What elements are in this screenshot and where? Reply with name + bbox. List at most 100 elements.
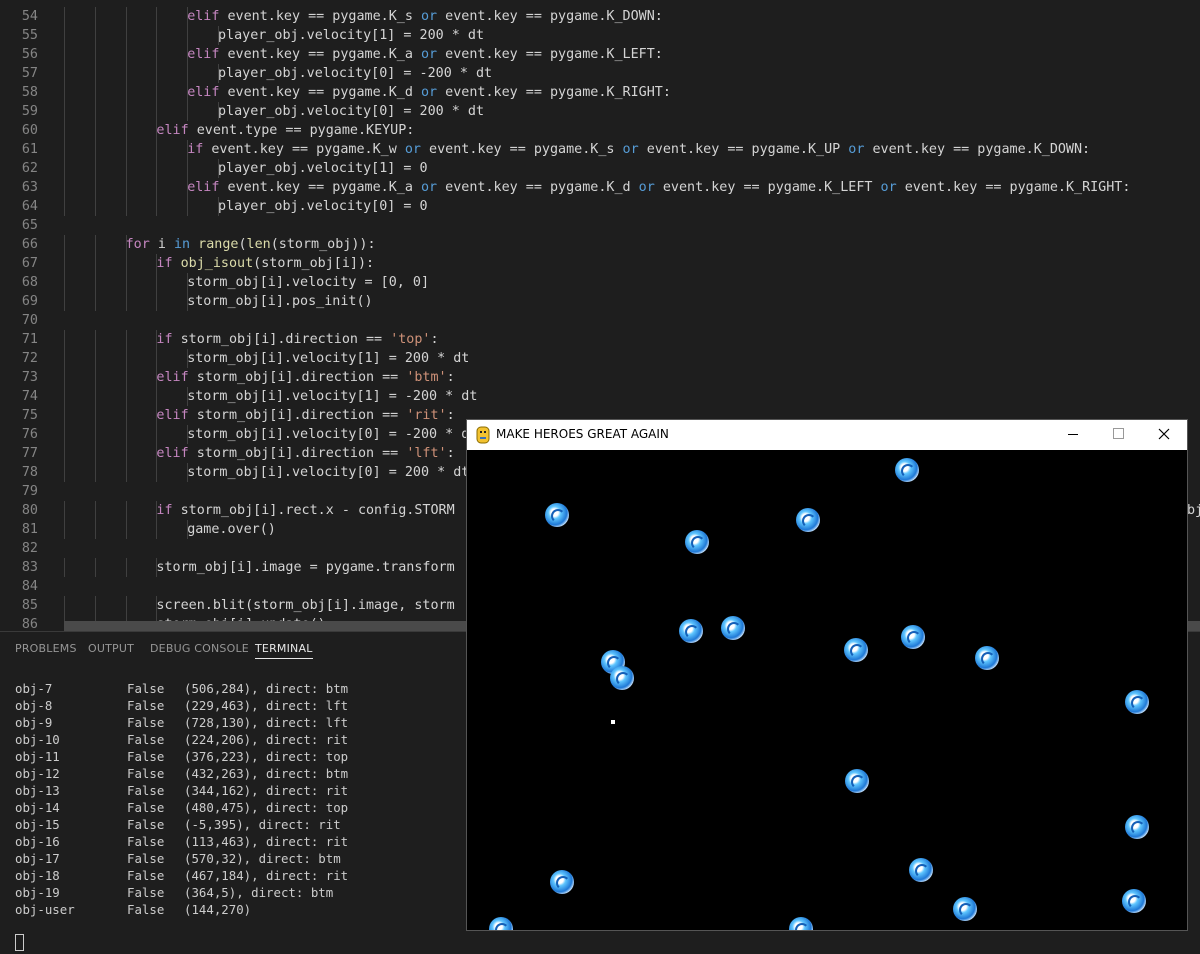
indent-guide bbox=[156, 387, 158, 406]
code-line[interactable]: 59 player_obj.velocity[0] = 200 * dt bbox=[0, 102, 1200, 121]
indent-guide bbox=[94, 501, 96, 520]
indent-guide bbox=[187, 197, 189, 216]
code-line[interactable]: 56 elif event.key == pygame.K_a or event.… bbox=[0, 45, 1200, 64]
code-line[interactable]: 60 elif event.type == pygame.KEYUP: bbox=[0, 121, 1200, 140]
indent-guide bbox=[156, 273, 158, 292]
code-line[interactable]: 71 if storm_obj[i].direction == 'top': bbox=[0, 330, 1200, 349]
line-number: 55 bbox=[21, 28, 38, 43]
code-text: storm_obj[i].velocity[0] = 200 * dt bbox=[187, 465, 470, 480]
terminal-row: obj-9 False (728,130), direct: lft bbox=[15, 714, 455, 731]
code-text: storm_obj[i].velocity[1] = -200 * dt bbox=[187, 389, 478, 404]
terminal-row: obj-8 False (229,463), direct: lft bbox=[15, 697, 455, 714]
code-line[interactable]: 66 for i in range(len(storm_obj)): bbox=[0, 235, 1200, 254]
storm-sprite bbox=[545, 503, 569, 527]
indent-guide bbox=[94, 596, 96, 615]
code-line[interactable]: 54 elif event.key == pygame.K_s or event.… bbox=[0, 7, 1200, 26]
object-name: obj-13 bbox=[15, 783, 60, 798]
indent-guide bbox=[156, 26, 158, 45]
indent-guide bbox=[156, 83, 158, 102]
storm-sprite bbox=[1125, 815, 1149, 839]
line-number: 68 bbox=[21, 275, 38, 290]
code-text: elif storm_obj[i].direction == 'btm': bbox=[156, 370, 455, 385]
game-window[interactable]: MAKE HEROES GREAT AGAIN bbox=[467, 420, 1187, 930]
code-text: elif event.key == pygame.K_a or event.ke… bbox=[187, 180, 1131, 195]
window-title: MAKE HEROES GREAT AGAIN bbox=[496, 427, 669, 441]
object-name: obj-9 bbox=[15, 715, 53, 730]
code-line[interactable]: 58 elif event.key == pygame.K_d or event.… bbox=[0, 83, 1200, 102]
status-flag: False bbox=[127, 834, 165, 849]
code-line[interactable]: 65 bbox=[0, 216, 1200, 235]
storm-sprite bbox=[895, 458, 919, 482]
indent-guide bbox=[64, 159, 65, 178]
line-number: 61 bbox=[21, 142, 38, 157]
tab-problems[interactable]: PROBLEMS bbox=[15, 642, 77, 655]
indent-guide bbox=[64, 7, 65, 26]
close-button[interactable] bbox=[1141, 420, 1187, 450]
tab-output[interactable]: OUTPUT bbox=[88, 642, 134, 655]
indent-guide bbox=[64, 140, 65, 159]
storm-sprite bbox=[1122, 889, 1146, 913]
line-number: 63 bbox=[21, 180, 38, 195]
indent-guide bbox=[64, 387, 65, 406]
code-text: if obj_isout(storm_obj[i]): bbox=[156, 256, 375, 271]
code-line[interactable]: 73 elif storm_obj[i].direction == 'btm': bbox=[0, 368, 1200, 387]
terminal-row: obj-14 False (480,475), direct: top bbox=[15, 799, 455, 816]
line-number: 58 bbox=[21, 85, 38, 100]
indent-guide bbox=[94, 178, 96, 197]
code-line[interactable]: 68 storm_obj[i].velocity = [0, 0] bbox=[0, 273, 1200, 292]
maximize-button[interactable] bbox=[1095, 420, 1141, 450]
code-line[interactable]: 69 storm_obj[i].pos_init() bbox=[0, 292, 1200, 311]
tab-debug-console[interactable]: DEBUG CONSOLE bbox=[150, 642, 249, 655]
indent-guide bbox=[125, 26, 127, 45]
indent-guide bbox=[156, 7, 158, 26]
code-line[interactable]: 72 storm_obj[i].velocity[1] = 200 * dt bbox=[0, 349, 1200, 368]
storm-sprite bbox=[845, 769, 869, 793]
code-line[interactable]: 70 bbox=[0, 311, 1200, 330]
tab-terminal[interactable]: TERMINAL bbox=[255, 642, 313, 659]
storm-sprite bbox=[796, 508, 820, 532]
code-text: elif event.key == pygame.K_a or event.ke… bbox=[187, 47, 663, 62]
code-line[interactable]: 67 if obj_isout(storm_obj[i]): bbox=[0, 254, 1200, 273]
indent-guide bbox=[125, 425, 127, 444]
window-titlebar[interactable]: MAKE HEROES GREAT AGAIN bbox=[467, 420, 1187, 450]
indent-guide bbox=[156, 520, 158, 539]
indent-guide bbox=[156, 197, 158, 216]
line-number: 71 bbox=[21, 332, 38, 347]
line-number: 59 bbox=[21, 104, 38, 119]
indent-guide bbox=[125, 330, 127, 349]
object-name: obj-7 bbox=[15, 681, 53, 696]
indent-guide bbox=[64, 102, 65, 121]
indent-guide bbox=[125, 406, 127, 425]
object-name: obj-17 bbox=[15, 851, 60, 866]
line-number: 72 bbox=[21, 351, 38, 366]
code-line[interactable]: 55 player_obj.velocity[1] = 200 * dt bbox=[0, 26, 1200, 45]
line-number: 86 bbox=[21, 617, 38, 631]
code-text: storm_obj[i].pos_init() bbox=[187, 294, 373, 309]
code-line[interactable]: 57 player_obj.velocity[0] = -200 * dt bbox=[0, 64, 1200, 83]
maximize-icon bbox=[1113, 428, 1124, 439]
indent-guide bbox=[94, 406, 96, 425]
code-line[interactable]: 64 player_obj.velocity[0] = 0 bbox=[0, 197, 1200, 216]
code-text: player_obj.velocity[0] = 0 bbox=[218, 199, 428, 214]
indent-guide bbox=[125, 197, 127, 216]
player-sprite bbox=[611, 720, 615, 724]
code-line[interactable]: 62 player_obj.velocity[1] = 0 bbox=[0, 159, 1200, 178]
indent-guide bbox=[64, 368, 65, 387]
code-line[interactable]: 61 if event.key == pygame.K_w or event.ke… bbox=[0, 140, 1200, 159]
indent-guide bbox=[125, 140, 127, 159]
indent-guide bbox=[156, 159, 158, 178]
storm-sprite bbox=[953, 897, 977, 921]
indent-guide bbox=[187, 159, 189, 178]
indent-guide bbox=[125, 159, 127, 178]
indent-guide bbox=[64, 235, 65, 254]
storm-sprite bbox=[721, 616, 745, 640]
line-number: 81 bbox=[21, 522, 38, 537]
indent-guide bbox=[64, 121, 65, 140]
minimize-button[interactable] bbox=[1050, 420, 1096, 450]
storm-sprite bbox=[610, 666, 634, 690]
terminal-row: obj-12 False (432,263), direct: btm bbox=[15, 765, 455, 782]
code-line[interactable]: 74 storm_obj[i].velocity[1] = -200 * dt bbox=[0, 387, 1200, 406]
code-line[interactable]: 63 elif event.key == pygame.K_a or event.… bbox=[0, 178, 1200, 197]
indent-guide bbox=[187, 102, 189, 121]
game-canvas[interactable] bbox=[467, 450, 1187, 930]
